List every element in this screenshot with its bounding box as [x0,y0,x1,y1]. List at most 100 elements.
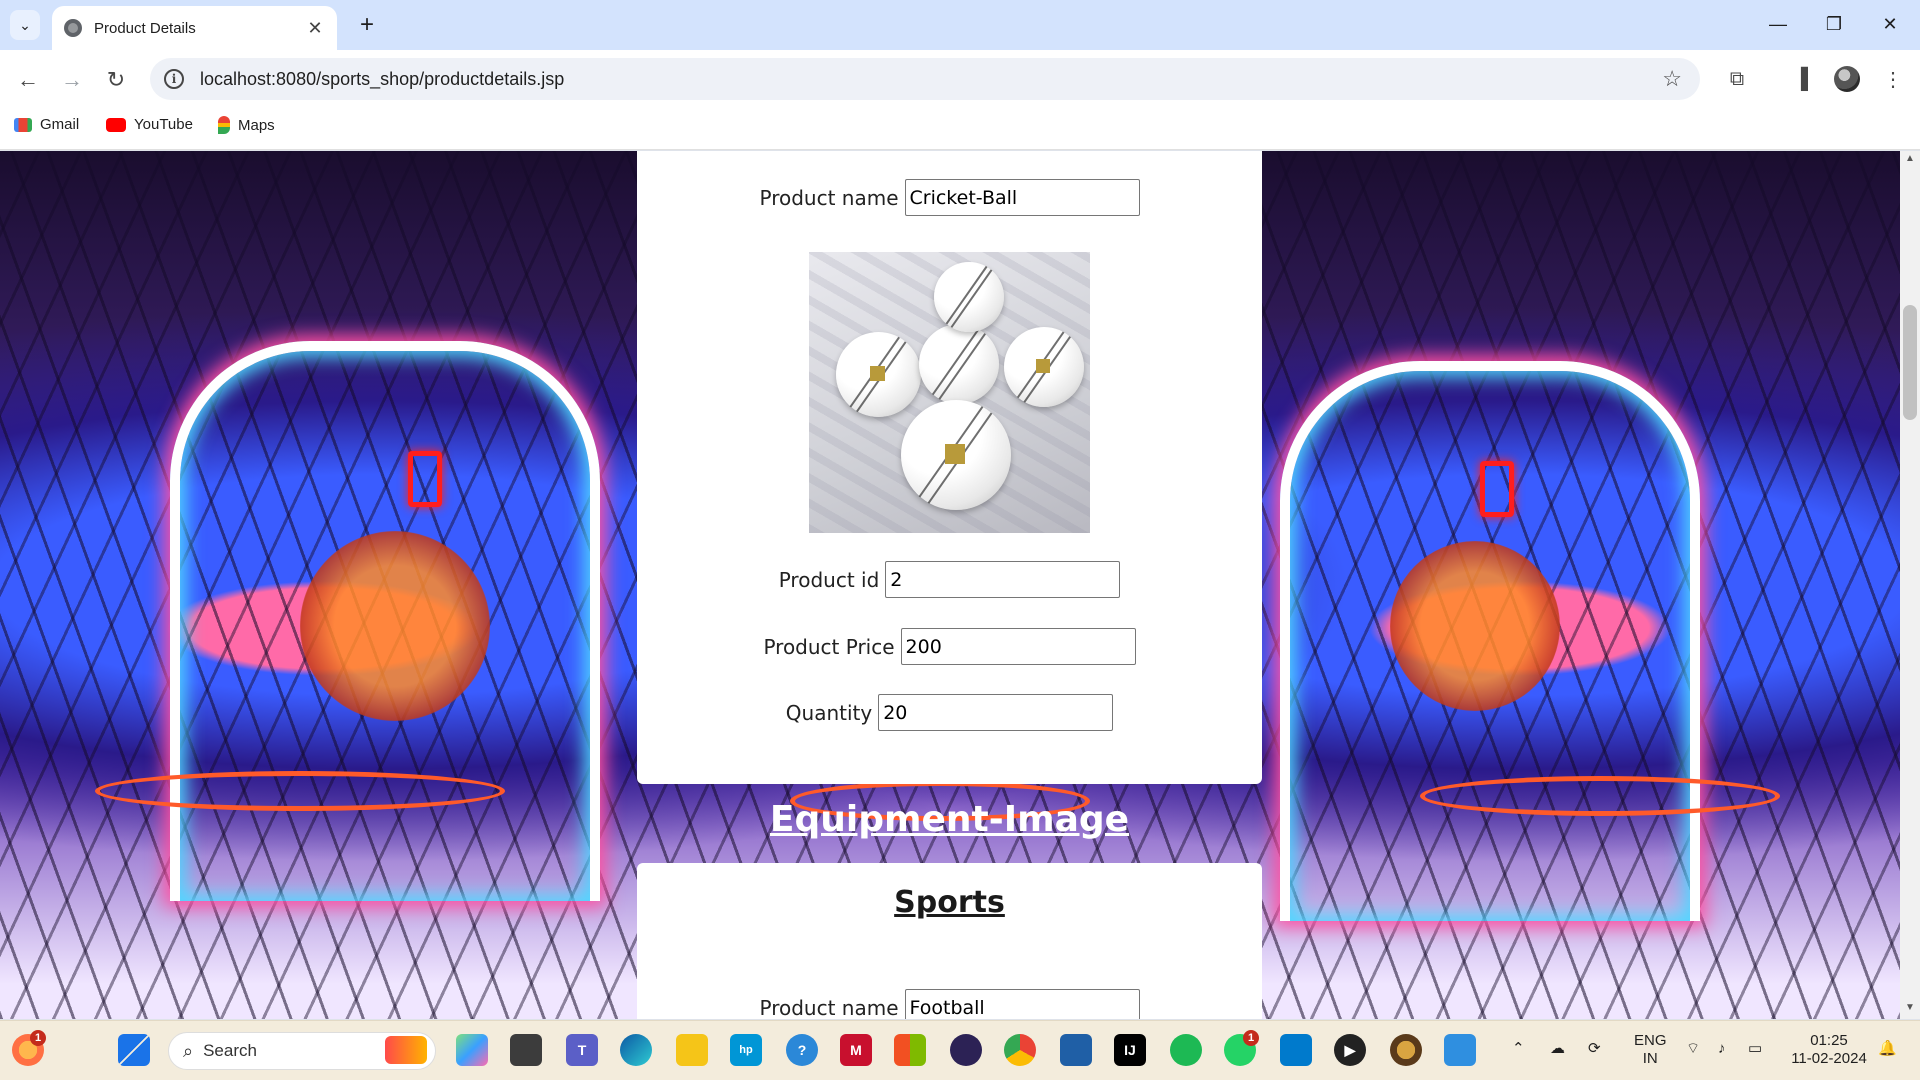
scroll-down-arrow-icon[interactable]: ▼ [1900,1002,1920,1018]
scrollbar-thumb[interactable] [1903,305,1917,420]
reload-icon[interactable]: ↻ [100,64,132,96]
page-background: Product name Product id Product Price Qu… [0,151,1900,1019]
sync-icon[interactable]: ⟳ [1588,1040,1601,1058]
mcafee-icon[interactable]: M [840,1034,872,1066]
cricket-ball [919,324,999,404]
scroll-up-arrow-icon[interactable]: ▲ [1900,153,1920,169]
quantity-label: Quantity [785,700,873,725]
clock[interactable]: 01:25 11-02-2024 [1784,1032,1874,1068]
chrome-icon[interactable] [1004,1034,1036,1066]
tab-search-chevron-icon[interactable]: ⌄ [10,10,40,40]
wifi-icon[interactable]: ⌔ [1686,1040,1700,1058]
bookmark-label: Maps [238,116,275,134]
bookmark-label: YouTube [134,116,193,133]
product-name-row: Product name [637,179,1262,216]
site-info-icon[interactable]: i [164,69,184,89]
extensions-icon[interactable]: ⧉ [1720,62,1754,96]
product-id-row: Product id [637,561,1262,598]
quantity-input[interactable] [878,694,1114,731]
clock-date: 11-02-2024 [1791,1050,1867,1067]
bookmark-star-icon[interactable]: ☆ [1662,66,1682,92]
address-bar[interactable]: i localhost:8080/sports_shop/productdeta… [150,58,1700,100]
product-image [809,252,1090,533]
edge-icon[interactable] [620,1034,652,1066]
lang-line1: ENG [1634,1032,1667,1049]
cricket-ball [934,262,1004,332]
close-tab-icon[interactable]: ✕ [305,18,325,39]
product-name-input[interactable] [904,179,1140,216]
myhp-icon[interactable]: hp [730,1034,762,1066]
store-icon[interactable] [894,1034,926,1066]
spotify-icon[interactable] [1170,1034,1202,1066]
maps-icon [218,116,230,134]
logo-orb-right [1390,541,1560,711]
equipment-image-heading[interactable]: Equipment-Image [637,799,1262,840]
vscode-icon[interactable] [1280,1034,1312,1066]
youtube-icon [106,117,126,132]
intellij-icon[interactable]: IJ [1114,1034,1146,1066]
url-text: localhost:8080/sports_shop/productdetail… [200,68,565,89]
minimize-icon[interactable]: — [1758,8,1798,40]
photos-icon[interactable] [1444,1034,1476,1066]
forward-arrow-icon[interactable]: → [56,64,88,96]
copilot-icon[interactable] [456,1034,488,1066]
gmail-icon [14,117,32,132]
notification-bell-icon[interactable]: 🔔 [1878,1040,1897,1058]
product-name-label: Product name [759,995,899,1020]
game-icon[interactable] [1390,1034,1422,1066]
score-digit-left [408,451,442,507]
quantity-row: Quantity [637,694,1262,731]
product-price-label: Product Price [763,634,895,659]
sports-heading[interactable]: Sports [637,885,1262,920]
back-arrow-icon[interactable]: ← [12,64,44,96]
language-indicator[interactable]: ENG IN [1634,1032,1667,1068]
score-digit-right [1480,461,1514,517]
product-price-input[interactable] [900,628,1136,665]
bookmark-gmail[interactable]: Gmail [14,116,79,133]
whatsapp-badge: 1 [1243,1030,1259,1046]
side-panel-icon[interactable]: ▐ [1784,62,1818,96]
bookmarks-bar [0,108,1920,150]
close-window-icon[interactable]: ✕ [1870,8,1910,40]
snipping-icon[interactable] [1060,1034,1092,1066]
product-price-row: Product Price [637,628,1262,665]
teams-icon[interactable]: T [566,1034,598,1066]
hoop-left [95,771,505,811]
product-name-label: Product name [759,185,899,210]
media-player-icon[interactable]: ▶ [1334,1034,1366,1066]
globe-icon [64,19,82,37]
product-id-label: Product id [778,567,880,592]
bookmark-label: Gmail [40,116,80,133]
show-hidden-icons-icon[interactable]: ⌃ [1512,1040,1525,1058]
windows-start-icon[interactable] [118,1034,150,1066]
clock-time: 01:25 [1810,1032,1848,1049]
sports-card: Sports Product name [637,863,1262,1019]
product-name-row: Product name [637,989,1262,1019]
product-id-input[interactable] [885,561,1121,598]
tab-title: Product Details [94,19,196,37]
file-explorer-icon[interactable] [676,1034,708,1066]
page-scrollbar[interactable] [1900,151,1920,1019]
profile-avatar[interactable] [1834,66,1860,92]
new-tab-button[interactable]: + [352,10,382,40]
lang-line2: IN [1642,1050,1658,1067]
help-icon[interactable]: ? [786,1034,818,1066]
task-view-icon[interactable] [510,1034,542,1066]
hoop-right [1420,776,1780,816]
search-placeholder: Search [203,1041,257,1060]
battery-icon[interactable]: ▭ [1748,1040,1762,1058]
search-highlight-icon [385,1036,427,1064]
eclipse-icon[interactable] [950,1034,982,1066]
bookmark-maps[interactable]: Maps [218,116,275,134]
product-name-input[interactable] [904,989,1140,1019]
restore-icon[interactable]: ❐ [1814,8,1854,40]
volume-icon[interactable]: ♪ [1718,1040,1726,1058]
onedrive-icon[interactable]: ☁ [1550,1040,1565,1058]
menu-kebab-icon[interactable]: ⋮ [1876,62,1910,96]
product-card: Product name Product id Product Price Qu… [637,151,1262,784]
logo-orb-left [300,531,490,721]
bookmark-youtube[interactable]: YouTube [106,116,193,133]
cricket-ball [901,400,1011,510]
search-icon: ⌕ [183,1040,194,1061]
browser-tab[interactable]: Product Details ✕ [52,6,337,50]
